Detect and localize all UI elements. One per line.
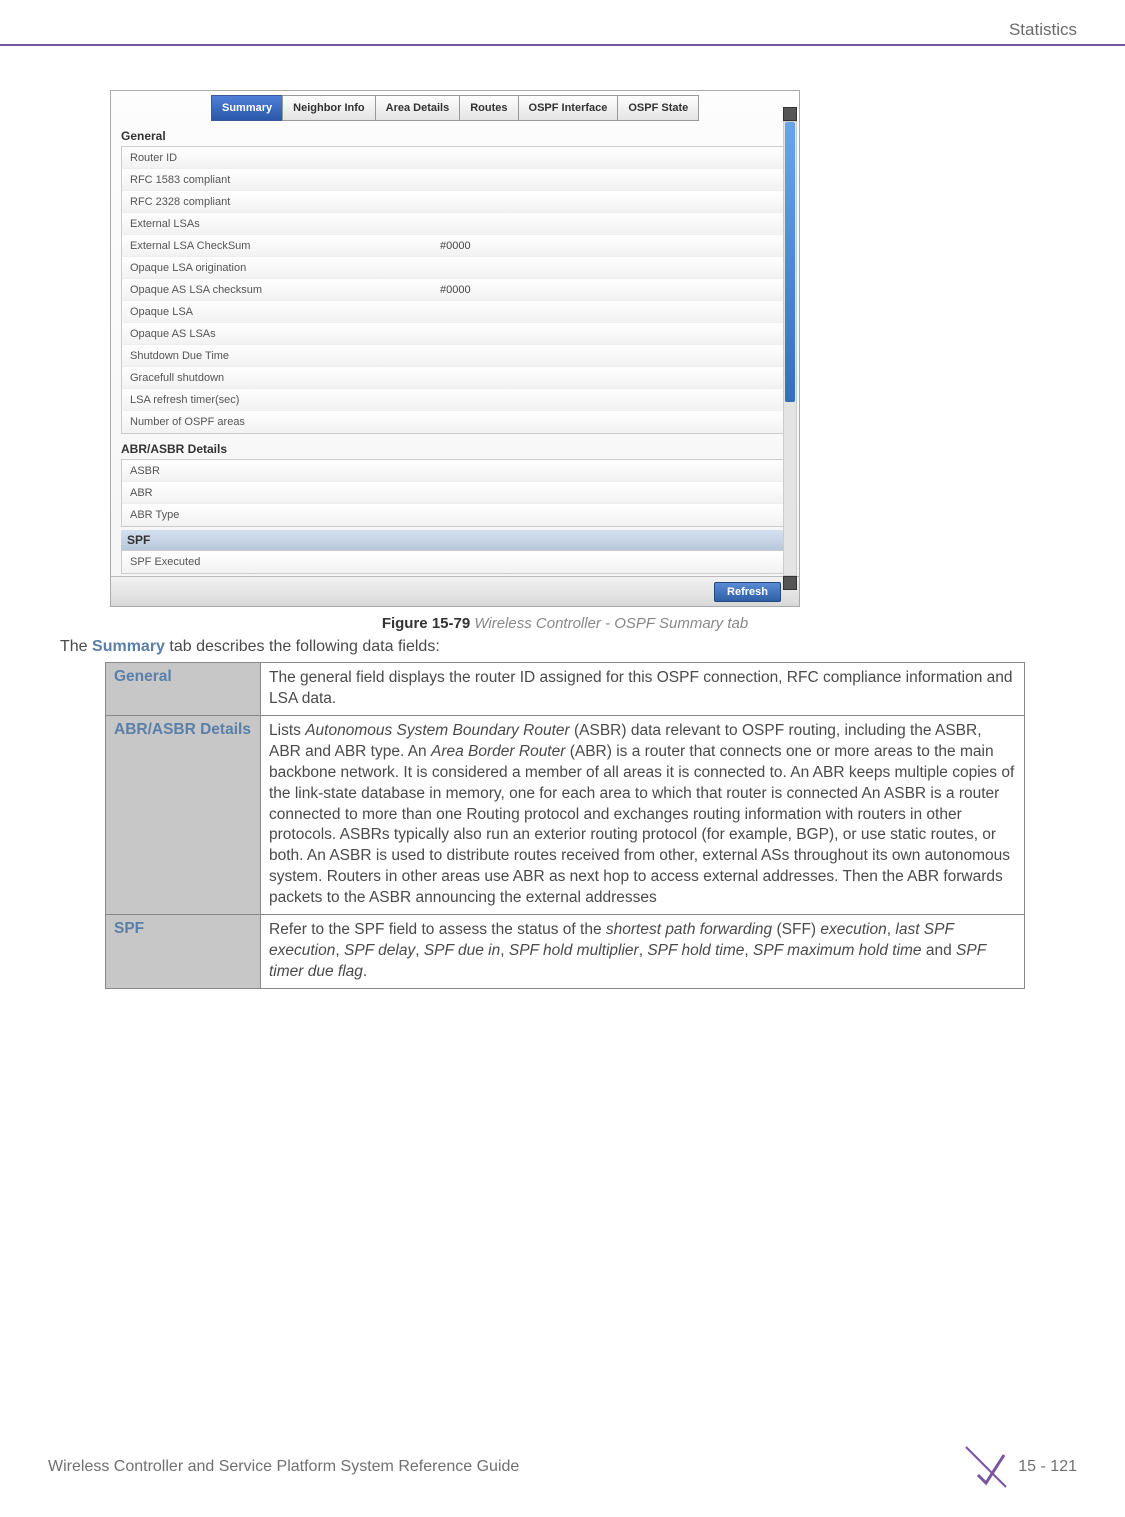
data-row: ABR — [122, 482, 788, 504]
row-label: Gracefull shutdown — [130, 372, 440, 384]
figure-label: Figure 15-79 — [382, 615, 470, 632]
data-row: ASBR — [122, 460, 788, 482]
header-section: Statistics — [1009, 20, 1077, 40]
data-row: External LSAs — [122, 213, 788, 235]
table-desc-cell: Refer to the SPF field to assess the sta… — [261, 915, 1025, 989]
refresh-button[interactable]: Refresh — [714, 582, 781, 602]
data-row: Opaque LSA — [122, 301, 788, 323]
general-panel: Router ID RFC 1583 compliant RFC 2328 comp… — [121, 146, 789, 434]
row-label: RFC 1583 compliant — [130, 174, 440, 186]
tab-summary[interactable]: Summary — [211, 95, 283, 121]
row-value: #0000 — [440, 240, 471, 252]
table-label-cell: SPF — [106, 915, 261, 989]
data-row: External LSA CheckSum#0000 — [122, 235, 788, 257]
bottom-toolbar: Refresh — [111, 576, 799, 606]
row-label: Opaque LSA origination — [130, 262, 440, 274]
page-footer: Wireless Controller and Service Platform… — [48, 1445, 1077, 1489]
header-divider — [0, 44, 1125, 46]
tabs-row: SummaryNeighbor InfoArea DetailsRoutesOS… — [211, 95, 799, 121]
figure-caption: Figure 15-79 Wireless Controller - OSPF … — [60, 615, 1070, 632]
data-row: ABR Type — [122, 504, 788, 526]
row-label: SPF Executed — [130, 556, 440, 568]
scrollbar[interactable] — [783, 121, 797, 576]
abr-section-title: ABR/ASBR Details — [121, 442, 799, 456]
checkmark-icon — [964, 1445, 1008, 1489]
tab-ospf-interface[interactable]: OSPF Interface — [518, 95, 619, 121]
data-row: Gracefull shutdown — [122, 367, 788, 389]
table-label-cell: ABR/ASBR Details — [106, 715, 261, 914]
description-table: GeneralThe general field displays the ro… — [105, 662, 1025, 989]
row-label: Number of OSPF areas — [130, 416, 440, 428]
page-number: 15 - 121 — [1018, 1458, 1077, 1476]
table-desc-cell: Lists Autonomous System Boundary Router … — [261, 715, 1025, 914]
row-label: Opaque LSA — [130, 306, 440, 318]
tab-ospf-state[interactable]: OSPF State — [617, 95, 699, 121]
row-label: Opaque AS LSA checksum — [130, 284, 440, 296]
table-row: ABR/ASBR DetailsLists Autonomous System … — [106, 715, 1025, 914]
tab-routes[interactable]: Routes — [459, 95, 518, 121]
table-row: GeneralThe general field displays the ro… — [106, 663, 1025, 716]
row-label: Router ID — [130, 152, 440, 164]
data-row: Shutdown Due Time — [122, 345, 788, 367]
figure-title: Wireless Controller - OSPF Summary tab — [474, 615, 748, 632]
scroll-down-icon[interactable] — [783, 576, 797, 590]
abr-panel: ASBR ABR ABR Type — [121, 459, 789, 527]
row-label: External LSA CheckSum — [130, 240, 440, 252]
page-content: SummaryNeighbor InfoArea DetailsRoutesOS… — [60, 90, 1070, 989]
data-row: LSA refresh timer(sec) — [122, 389, 788, 411]
spf-section-title: SPF — [121, 530, 789, 550]
data-row: Number of OSPF areas — [122, 411, 788, 433]
ospf-screenshot: SummaryNeighbor InfoArea DetailsRoutesOS… — [110, 90, 800, 607]
table-desc-cell: The general field displays the router ID… — [261, 663, 1025, 716]
tab-area-details[interactable]: Area Details — [375, 95, 461, 121]
data-row: RFC 2328 compliant — [122, 191, 788, 213]
row-label: Shutdown Due Time — [130, 350, 440, 362]
general-section-title: General — [121, 129, 799, 143]
intro-bold: Summary — [92, 638, 165, 655]
row-label: ABR — [130, 487, 440, 499]
row-label: Opaque AS LSAs — [130, 328, 440, 340]
data-row: Router ID — [122, 147, 788, 169]
data-row: Opaque AS LSAs — [122, 323, 788, 345]
row-label: External LSAs — [130, 218, 440, 230]
footer-left: Wireless Controller and Service Platform… — [48, 1458, 519, 1476]
scroll-thumb[interactable] — [785, 122, 795, 402]
data-row: RFC 1583 compliant — [122, 169, 788, 191]
row-label: ASBR — [130, 465, 440, 477]
scroll-up-icon[interactable] — [783, 107, 797, 121]
row-label: LSA refresh timer(sec) — [130, 394, 440, 406]
intro-text: The Summary tab describes the following … — [60, 638, 1070, 656]
spf-panel: SPF Executed — [121, 550, 789, 574]
table-label-cell: General — [106, 663, 261, 716]
page-marker: 15 - 121 — [964, 1445, 1077, 1489]
data-row: Opaque LSA origination — [122, 257, 788, 279]
row-value: #0000 — [440, 284, 471, 296]
table-row: SPFRefer to the SPF field to assess the … — [106, 915, 1025, 989]
tab-neighbor-info[interactable]: Neighbor Info — [282, 95, 376, 121]
data-row: Opaque AS LSA checksum#0000 — [122, 279, 788, 301]
data-row: SPF Executed — [122, 551, 788, 573]
row-label: RFC 2328 compliant — [130, 196, 440, 208]
row-label: ABR Type — [130, 509, 440, 521]
